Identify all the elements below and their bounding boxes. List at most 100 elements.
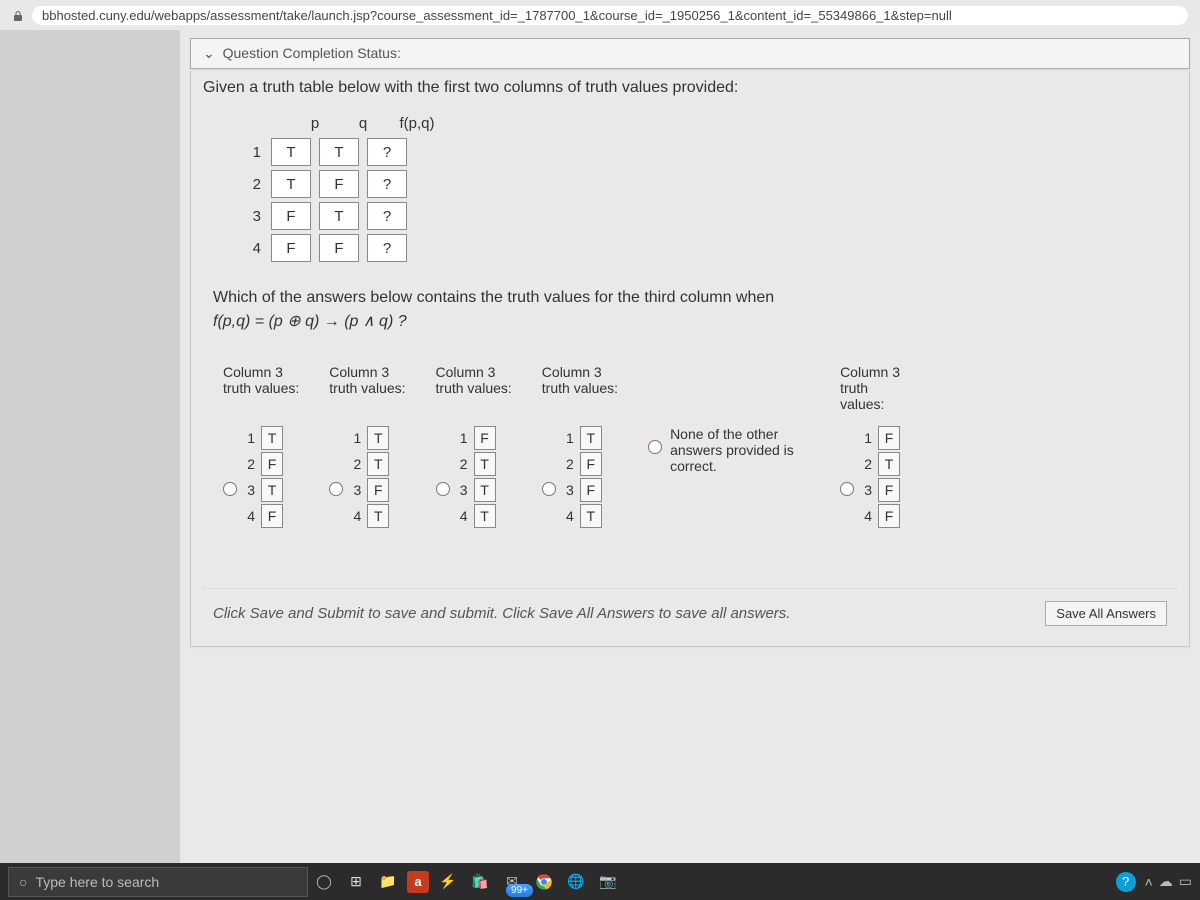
option-header: Column 3 truth values: [840,364,900,414]
completion-status-bar[interactable]: ⌄ Question Completion Status: [190,38,1190,69]
truth-table-row: 3FT? [243,202,1177,230]
option-row: 2T [458,452,496,476]
option-row: 1F [862,426,900,450]
camera-icon[interactable]: 📷 [595,869,621,895]
settings-icon[interactable]: ⚡ [435,869,461,895]
option-mini-table: 1T2F3F4T [564,426,602,528]
taskbar-search[interactable]: ○ Type here to search [8,867,308,897]
help-icon[interactable]: ? [1116,872,1136,892]
cloud-icon[interactable]: ☁ [1159,873,1173,890]
cell-f: ? [367,170,407,198]
battery-icon[interactable]: ▭ [1179,873,1192,890]
option-header: Column 3 truth values: [542,364,618,414]
cortana-ring-icon[interactable]: ◯ [311,869,337,895]
option-row-num: 1 [862,430,878,446]
option-row: 3T [245,478,283,502]
answer-option: Column 3 truth values:1T2T3F4T [329,364,405,528]
option-row-val: T [261,426,283,450]
task-view-icon[interactable]: ⊞ [343,869,369,895]
cell-f: ? [367,234,407,262]
option-row-val: T [474,478,496,502]
option-row-num: 2 [564,456,580,472]
option-row-val: F [878,426,900,450]
option-row-val: F [261,504,283,528]
option-mini-table: 1F2T3T4T [458,426,496,528]
option-radio[interactable] [329,482,343,496]
cell-q: F [319,170,359,198]
option-row: 1T [564,426,602,450]
save-all-answers-button[interactable]: Save All Answers [1045,601,1167,626]
file-explorer-icon[interactable]: 📁 [375,869,401,895]
answer-option: None of the other answers provided is co… [648,364,810,474]
option-row-val: T [474,504,496,528]
option-row-num: 3 [862,482,878,498]
option-row: 3F [862,478,900,502]
option-row-num: 1 [458,430,474,446]
footer-area: Click Save and Submit to save and submit… [203,588,1177,638]
cell-f: ? [367,138,407,166]
truth-table: p q f(p,q) 1TT?2TF?3FT?4FF? [243,115,1177,262]
option-row: 4T [564,504,602,528]
option-row: 4T [458,504,496,528]
store-icon[interactable]: 🛍️ [467,869,493,895]
option-row: 3T [458,478,496,502]
mail-icon[interactable]: ✉99+ [499,869,525,895]
option-row-num: 2 [351,456,367,472]
option-row: 2T [351,452,389,476]
windows-taskbar[interactable]: ○ Type here to search ◯ ⊞ 📁 a ⚡ 🛍️ ✉99+ … [0,863,1200,900]
header-p: p [291,115,339,138]
truth-table-row: 2TF? [243,170,1177,198]
lock-icon [12,10,24,22]
url-text[interactable]: bbhosted.cuny.edu/webapps/assessment/tak… [32,6,1188,25]
option-radio[interactable] [436,482,450,496]
option-row-val: T [580,426,602,450]
option-row-val: F [367,478,389,502]
option-row-val: F [580,478,602,502]
option-row-num: 4 [862,508,878,524]
option-row-val: T [580,504,602,528]
option-row-val: T [367,504,389,528]
question-text: Which of the answers below contains the … [213,289,774,306]
access-icon[interactable]: a [407,871,429,893]
cortana-icon: ○ [19,874,27,890]
header-f: f(p,q) [387,115,447,138]
tray-chevron-icon[interactable]: ˄ [1145,874,1153,890]
option-row-num: 3 [245,482,261,498]
mail-badge: 99+ [506,884,533,897]
cell-f: ? [367,202,407,230]
chrome-icon[interactable] [531,869,557,895]
option-row: 2F [564,452,602,476]
option-radio[interactable] [648,440,662,454]
option-radio[interactable] [840,482,854,496]
option-row-num: 4 [564,508,580,524]
option-row: 1T [351,426,389,450]
question-prompt: Given a truth table below with the first… [190,71,1190,647]
option-header: Column 3 truth values: [436,364,512,414]
option-row: 4T [351,504,389,528]
option-radio[interactable] [223,482,237,496]
option-row-val: T [367,452,389,476]
option-row-val: F [878,504,900,528]
option-row-val: T [474,452,496,476]
app-icon[interactable]: 🌐 [563,869,589,895]
prompt-intro: Given a truth table below with the first… [203,79,1177,97]
chevron-down-icon: ⌄ [203,45,215,61]
option-row-val: F [261,452,283,476]
row-number: 4 [243,240,271,257]
formula: f(p,q) = (p ⊕ q) → (p ∧ q) ? [213,313,407,330]
option-header: Column 3 truth values: [329,364,405,414]
cell-p: F [271,202,311,230]
option-row-val: F [580,452,602,476]
option-row: 2T [862,452,900,476]
cell-q: T [319,138,359,166]
option-row: 4F [245,504,283,528]
option-mini-table: 1T2T3F4T [351,426,389,528]
answer-option: Column 3 truth values:1F2T3F4F [840,364,900,528]
cell-p: F [271,234,311,262]
option-radio[interactable] [542,482,556,496]
row-number: 1 [243,144,271,161]
option-row: 3F [351,478,389,502]
truth-table-row: 1TT? [243,138,1177,166]
footer-hint: Click Save and Submit to save and submit… [213,605,790,622]
option-row-num: 1 [245,430,261,446]
